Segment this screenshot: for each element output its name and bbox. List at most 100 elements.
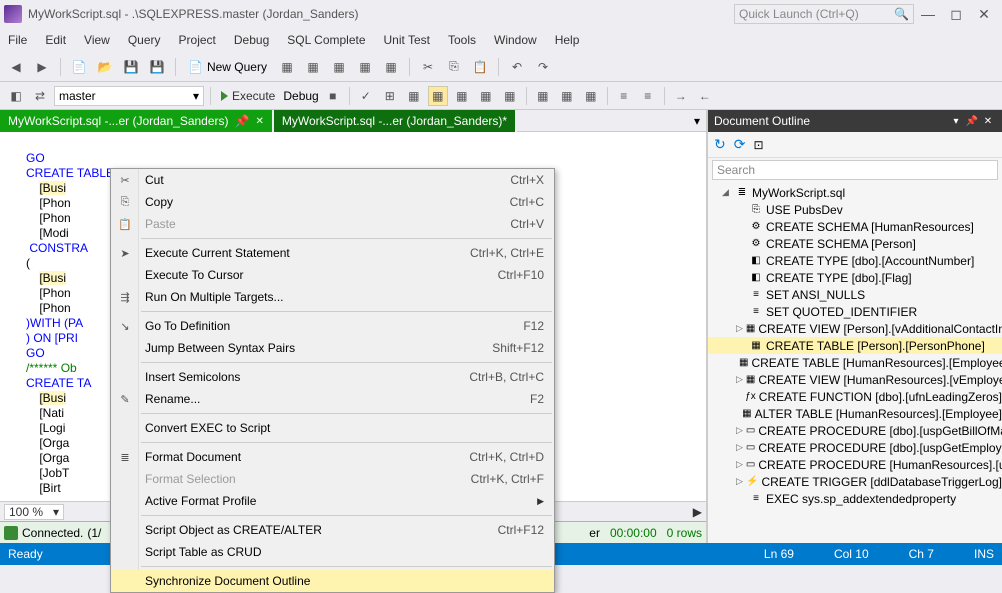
zoom-select[interactable]: 100 %▾ bbox=[4, 504, 64, 520]
close-panel-icon[interactable]: ✕ bbox=[980, 116, 996, 127]
tree-root[interactable]: ◢≣MyWorkScript.sql bbox=[708, 184, 1002, 201]
refresh-icon[interactable]: ↻ bbox=[714, 136, 726, 153]
tb-icon[interactable]: ▦ bbox=[303, 57, 323, 77]
tb-icon[interactable]: ▦ bbox=[381, 57, 401, 77]
redo-icon[interactable]: ↷ bbox=[533, 57, 553, 77]
results-grid-icon[interactable]: ▦ bbox=[533, 86, 553, 106]
ctx-item[interactable]: Convert EXEC to Script bbox=[111, 417, 554, 439]
tab-overflow-icon[interactable]: ▾ bbox=[688, 110, 706, 132]
opt1-icon[interactable]: ▦ bbox=[404, 86, 424, 106]
tb-icon[interactable]: ▦ bbox=[355, 57, 375, 77]
ctx-item[interactable]: Execute To CursorCtrl+F10 bbox=[111, 264, 554, 286]
close-tab-icon[interactable]: ✕ bbox=[255, 116, 263, 127]
tree-item[interactable]: ƒxCREATE FUNCTION [dbo].[ufnLeadingZeros… bbox=[708, 388, 1002, 405]
new-file-icon[interactable]: 📄 bbox=[69, 57, 89, 77]
tb-icon[interactable]: ▦ bbox=[329, 57, 349, 77]
copy-icon[interactable]: ⎘ bbox=[444, 57, 464, 77]
expand-icon[interactable]: ⊡ bbox=[753, 138, 763, 152]
ctx-item[interactable]: ⎘CopyCtrl+C bbox=[111, 191, 554, 213]
debug-button[interactable]: Debug bbox=[283, 89, 318, 103]
outdent-icon[interactable]: ← bbox=[695, 86, 715, 106]
pin-icon[interactable]: 📌 bbox=[964, 116, 980, 127]
connect-icon[interactable]: ◧ bbox=[6, 86, 26, 106]
ctx-item[interactable]: ✎Rename...F2 bbox=[111, 388, 554, 410]
menu-view[interactable]: View bbox=[84, 33, 110, 47]
ctx-item[interactable]: ↘Go To DefinitionF12 bbox=[111, 315, 554, 337]
restore-button[interactable]: ◻ bbox=[942, 6, 970, 23]
tree-item[interactable]: ▦CREATE TABLE [HumanResources].[Employee… bbox=[708, 354, 1002, 371]
results-file-icon[interactable]: ▦ bbox=[581, 86, 601, 106]
tree-item[interactable]: ▷▦CREATE VIEW [Person].[vAdditionalConta… bbox=[708, 320, 1002, 337]
ctx-item[interactable]: Synchronize Document Outline bbox=[111, 570, 554, 592]
ctx-item[interactable]: Insert SemicolonsCtrl+B, Ctrl+C bbox=[111, 366, 554, 388]
menu-window[interactable]: Window bbox=[494, 33, 537, 47]
ctx-item[interactable]: Script Object as CREATE/ALTERCtrl+F12 bbox=[111, 519, 554, 541]
tab-active[interactable]: MyWorkScript.sql -...er (Jordan_Sanders)… bbox=[0, 110, 272, 132]
opt3-icon[interactable]: ▦ bbox=[452, 86, 472, 106]
open-icon[interactable]: 📂 bbox=[95, 57, 115, 77]
menu-tools[interactable]: Tools bbox=[448, 33, 476, 47]
minimize-button[interactable]: — bbox=[914, 6, 942, 22]
tree-item[interactable]: ◧CREATE TYPE [dbo].[AccountNumber] bbox=[708, 252, 1002, 269]
close-button[interactable]: ✕ bbox=[970, 6, 998, 23]
panel-dropdown-icon[interactable]: ▾ bbox=[948, 116, 964, 127]
menu-query[interactable]: Query bbox=[128, 33, 161, 47]
menu-help[interactable]: Help bbox=[555, 33, 580, 47]
comment-icon[interactable]: ≡ bbox=[614, 86, 634, 106]
results-text-icon[interactable]: ▦ bbox=[557, 86, 577, 106]
undo-icon[interactable]: ↶ bbox=[507, 57, 527, 77]
menu-unittest[interactable]: Unit Test bbox=[384, 33, 430, 47]
nav-back-icon[interactable]: ◀ bbox=[6, 57, 26, 77]
change-conn-icon[interactable]: ⇄ bbox=[30, 86, 50, 106]
tree-item[interactable]: ▷⚡CREATE TRIGGER [ddlDatabaseTriggerLog] bbox=[708, 473, 1002, 490]
opt4-icon[interactable]: ▦ bbox=[476, 86, 496, 106]
tree-item[interactable]: ≡EXEC sys.sp_addextendedproperty bbox=[708, 490, 1002, 507]
opt2-icon[interactable]: ▦ bbox=[428, 86, 448, 106]
save-icon[interactable]: 💾 bbox=[121, 57, 141, 77]
menu-sqlcomplete[interactable]: SQL Complete bbox=[287, 33, 365, 47]
tree-item[interactable]: ◧CREATE TYPE [dbo].[Flag] bbox=[708, 269, 1002, 286]
tree-item[interactable]: ▦CREATE TABLE [Person].[PersonPhone] bbox=[708, 337, 1002, 354]
execute-button[interactable]: Execute bbox=[217, 89, 279, 103]
indent-icon[interactable]: → bbox=[671, 86, 691, 106]
tree-item[interactable]: ▷▭CREATE PROCEDURE [HumanResources].[usp… bbox=[708, 456, 1002, 473]
menu-debug[interactable]: Debug bbox=[234, 33, 269, 47]
sync-icon[interactable]: ⟳ bbox=[734, 136, 746, 153]
menu-file[interactable]: File bbox=[8, 33, 27, 47]
ctx-item[interactable]: ≣Format DocumentCtrl+K, Ctrl+D bbox=[111, 446, 554, 468]
ctx-item[interactable]: Active Format Profile▶ bbox=[111, 490, 554, 512]
ctx-item[interactable]: Jump Between Syntax PairsShift+F12 bbox=[111, 337, 554, 359]
tab-inactive[interactable]: MyWorkScript.sql -...er (Jordan_Sanders)… bbox=[274, 110, 515, 132]
plan-icon[interactable]: ⊞ bbox=[380, 86, 400, 106]
tree-item[interactable]: ▦ALTER TABLE [HumanResources].[Employee] bbox=[708, 405, 1002, 422]
tree-item[interactable]: ⚙CREATE SCHEMA [Person] bbox=[708, 235, 1002, 252]
menu-edit[interactable]: Edit bbox=[45, 33, 66, 47]
ctx-item[interactable]: ⇶Run On Multiple Targets... bbox=[111, 286, 554, 308]
parse-icon[interactable]: ✓ bbox=[356, 86, 376, 106]
tb-icon[interactable]: ▦ bbox=[277, 57, 297, 77]
stop-icon[interactable]: ■ bbox=[323, 86, 343, 106]
uncomment-icon[interactable]: ≡ bbox=[638, 86, 658, 106]
tree-item[interactable]: ▷▦CREATE VIEW [HumanResources].[vEmploye… bbox=[708, 371, 1002, 388]
tree-item[interactable]: ⚙CREATE SCHEMA [HumanResources] bbox=[708, 218, 1002, 235]
tree-item[interactable]: ▷▭CREATE PROCEDURE [dbo].[uspGetEmployee… bbox=[708, 439, 1002, 456]
ctx-item[interactable]: ✂CutCtrl+X bbox=[111, 169, 554, 191]
tree-item[interactable]: ⎘USE PubsDev bbox=[708, 201, 1002, 218]
menu-project[interactable]: Project bbox=[179, 33, 216, 47]
outline-search[interactable]: Search bbox=[712, 160, 998, 180]
opt5-icon[interactable]: ▦ bbox=[500, 86, 520, 106]
nav-fwd-icon[interactable]: ▶ bbox=[32, 57, 52, 77]
paste-icon[interactable]: 📋 bbox=[470, 57, 490, 77]
database-select[interactable]: master ▾ bbox=[54, 86, 204, 106]
quick-launch[interactable]: Quick Launch (Ctrl+Q) 🔍 bbox=[734, 4, 914, 24]
tree-item[interactable]: ≡SET QUOTED_IDENTIFIER bbox=[708, 303, 1002, 320]
scroll-right-icon[interactable]: ▶ bbox=[693, 505, 702, 519]
tree-item[interactable]: ≡SET ANSI_NULLS bbox=[708, 286, 1002, 303]
tree-item[interactable]: ▷▭CREATE PROCEDURE [dbo].[uspGetBillOfMa… bbox=[708, 422, 1002, 439]
ctx-item[interactable]: Script Table as CRUD bbox=[111, 541, 554, 563]
save-all-icon[interactable]: 💾 bbox=[147, 57, 167, 77]
pin-icon[interactable]: 📌 bbox=[235, 114, 250, 128]
cut-icon[interactable]: ✂ bbox=[418, 57, 438, 77]
new-query-button[interactable]: 📄 New Query bbox=[184, 60, 271, 74]
ctx-item[interactable]: ➤Execute Current StatementCtrl+K, Ctrl+E bbox=[111, 242, 554, 264]
